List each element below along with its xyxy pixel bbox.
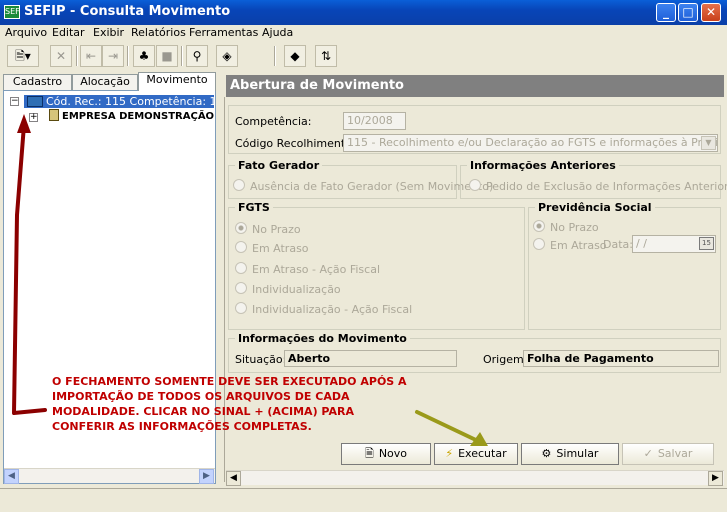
- status-bar: [0, 488, 727, 512]
- left-arrow: [12, 123, 47, 415]
- right-arrow: [415, 410, 480, 443]
- annotation-text: O FECHAMENTO SOMENTE DEVE SER EXECUTADO …: [52, 375, 407, 433]
- tab-movimento[interactable]: Movimento: [138, 72, 216, 91]
- annotation-arrows: [12, 114, 488, 446]
- left-arrow-head: [17, 114, 31, 133]
